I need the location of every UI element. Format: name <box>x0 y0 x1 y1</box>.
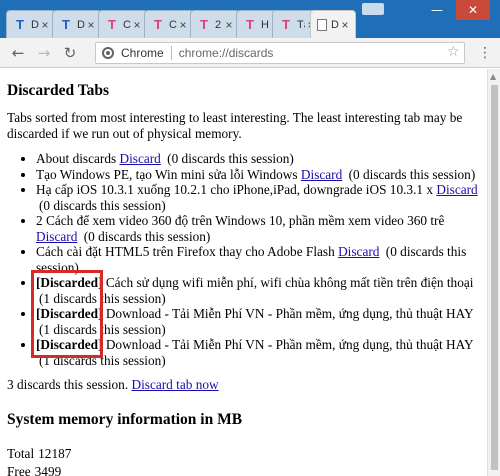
memory-info: Total 12187 Free 3499 <box>7 445 487 476</box>
tab-list-item: Hạ cấp iOS 10.3.1 xuống 10.2.1 cho iPhon… <box>36 182 487 213</box>
tab-list: About discards Discard (0 discards this … <box>7 151 487 368</box>
discard-link[interactable]: Discard <box>301 167 342 182</box>
discarded-label: [Discarded] <box>36 275 103 290</box>
memory-value: 3499 <box>34 463 62 476</box>
tab-title: Tả <box>297 18 305 31</box>
tab-list-item: [Discarded] Cách sử dụng wifi miễn phí, … <box>36 275 487 306</box>
tab-close-icon[interactable]: × <box>39 18 51 32</box>
tab-title: Cá <box>123 18 131 31</box>
profile-button[interactable] <box>362 3 384 15</box>
tab-list-item: 2 Cách để xem video 360 độ trên Windows … <box>36 213 487 244</box>
tab-list-title: Download - Tải Miễn Phí VN - Phần mềm, ứ… <box>105 337 474 352</box>
summary-text: 3 discards this session. <box>7 377 129 392</box>
tab-favicon-icon: T <box>108 16 116 32</box>
tab-list-title: Cách sử dụng wifi miễn phí, wifi chùa kh… <box>105 275 474 290</box>
scrollbar[interactable]: ▲ <box>487 69 500 476</box>
memory-free-row: Free 3499 <box>7 463 487 476</box>
discard-tab-now-link[interactable]: Discard tab now <box>131 377 218 392</box>
tab-list-item: About discards Discard (0 discards this … <box>36 151 487 167</box>
tab-close-icon[interactable]: × <box>85 18 97 32</box>
discard-link[interactable]: Discard <box>338 244 379 259</box>
reload-icon[interactable]: ↻ <box>61 44 79 62</box>
tab-favicon-icon: T <box>200 16 208 32</box>
tab-list-title: Hạ cấp iOS 10.3.1 xuống 10.2.1 cho iPhon… <box>36 182 434 197</box>
discard-link[interactable]: Discard <box>119 151 160 166</box>
browser-tab[interactable]: T Cá × <box>98 10 148 38</box>
tab-favicon-icon: T <box>246 16 254 32</box>
menu-icon[interactable]: ⋮ <box>478 45 492 61</box>
chrome-icon <box>102 47 114 59</box>
tab-title: Dc <box>31 18 39 31</box>
discard-count: (1 discards this session) <box>39 290 166 306</box>
tab-close-icon[interactable]: × <box>131 18 143 32</box>
tab-list-item: [Discarded] Download - Tải Miễn Phí VN -… <box>36 306 487 337</box>
tab-title: Hê <box>261 18 269 31</box>
tab-title: Dc <box>77 18 85 31</box>
back-icon[interactable]: ← <box>9 44 27 62</box>
scrollbar-thumb[interactable] <box>491 85 498 470</box>
memory-value: 12187 <box>38 445 72 461</box>
tab-list-title: Cách cài đặt HTML5 trên Firefox thay cho… <box>36 244 335 259</box>
omnibox-separator <box>170 46 172 60</box>
tab-list-item: Tạo Windows PE, tạo Win mini sửa lỗi Win… <box>36 167 487 183</box>
discarded-label: [Discarded] <box>36 306 103 321</box>
scroll-up-icon[interactable]: ▲ <box>490 72 496 81</box>
tab-list-item: [Discarded] Download - Tải Miễn Phí VN -… <box>36 337 487 368</box>
tab-list-title: 2 Cách để xem video 360 độ trên Windows … <box>36 213 445 228</box>
tab-close-icon[interactable]: × <box>223 18 235 32</box>
tab-close-icon[interactable]: × <box>177 18 189 32</box>
tab-list-title: Tạo Windows PE, tạo Win mini sửa lỗi Win… <box>36 166 298 182</box>
page-content: Discarded Tabs Tabs sorted from most int… <box>0 69 487 476</box>
tab-list-title: About discards <box>36 151 117 166</box>
minimize-icon[interactable]: — <box>420 0 454 20</box>
memory-label: Total <box>7 445 35 461</box>
discarded-label: [Discarded] <box>36 337 103 352</box>
discard-count: (0 discards this session) <box>348 166 476 182</box>
memory-total-row: Total 12187 <box>7 445 487 463</box>
toolbar: ← → ↻ Chrome chrome://discards ☆ ⋮ <box>0 38 500 68</box>
discard-count: (1 discards this session) <box>39 321 166 337</box>
memory-label: Free <box>7 463 31 476</box>
forward-icon[interactable]: → <box>35 44 53 62</box>
page-icon <box>317 18 327 31</box>
tab-list-item: Cách cài đặt HTML5 trên Firefox thay cho… <box>36 244 487 275</box>
tab-title: 2 C <box>215 18 223 31</box>
scheme-label: Chrome <box>121 46 164 60</box>
discard-summary: 3 discards this session. Discard tab now <box>7 377 487 393</box>
discard-count: (0 discards this session) <box>167 151 294 166</box>
tab-favicon-icon: T <box>16 16 24 32</box>
browser-tab[interactable]: T Dc × <box>52 10 102 38</box>
tab-title: Cá <box>169 18 177 31</box>
discard-count: (0 discards this session) <box>83 228 211 244</box>
address-bar[interactable]: Chrome chrome://discards <box>95 42 465 64</box>
tab-list-title: Download - Tải Miễn Phí VN - Phần mềm, ứ… <box>105 306 474 321</box>
browser-tab-active[interactable]: Di × <box>310 10 356 38</box>
browser-tab[interactable]: T Cá × <box>144 10 194 38</box>
page-intro: Tabs sorted from most interesting to lea… <box>7 110 463 141</box>
url-text[interactable]: chrome://discards <box>179 46 274 60</box>
tab-favicon-icon: T <box>62 16 70 32</box>
tab-close-icon[interactable]: × <box>339 18 351 32</box>
bookmark-star-icon[interactable]: ☆ <box>447 42 460 62</box>
close-window-icon[interactable]: ✕ <box>456 0 490 20</box>
tab-title: Di <box>331 18 339 31</box>
discard-link[interactable]: Discard <box>436 182 477 197</box>
browser-tab[interactable]: T Dc × <box>6 10 56 38</box>
page-title: Discarded Tabs <box>7 82 110 99</box>
discard-count: (1 discards this session) <box>39 352 166 368</box>
browser-tab[interactable]: T 2 C × <box>190 10 240 38</box>
discard-count: (0 discards this session) <box>39 197 166 213</box>
discard-link[interactable]: Discard <box>36 229 77 244</box>
memory-title: System memory information in MB <box>7 410 243 428</box>
tab-favicon-icon: T <box>282 16 290 32</box>
tab-favicon-icon: T <box>154 16 162 32</box>
tab-strip: T Dc × T Dc × T Cá × T Cá × T 2 C × T Hê… <box>0 0 500 38</box>
